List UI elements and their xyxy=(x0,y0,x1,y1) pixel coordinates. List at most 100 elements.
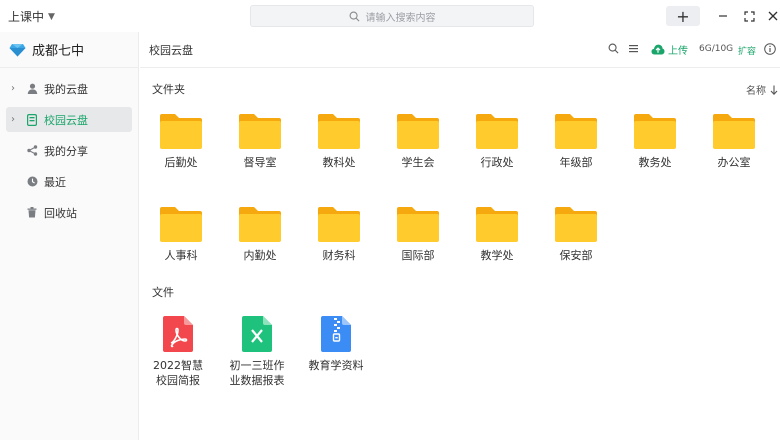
breadcrumb: 校园云盘 xyxy=(149,43,193,57)
sidebar-item-label: 我的云盘 xyxy=(44,82,88,96)
folder-icon xyxy=(476,207,518,242)
sidebar-item-label: 回收站 xyxy=(44,206,77,220)
clock-icon xyxy=(27,176,37,187)
sidebar-item-recent[interactable]: 最近 xyxy=(6,169,132,194)
add-button[interactable]: + xyxy=(666,6,700,26)
folder-item[interactable]: 教务处 xyxy=(623,113,687,170)
files-section-title: 文件 xyxy=(152,286,174,299)
sidebar: 成都七中 › 我的云盘 › 校园云盘 我的分享 最近 回收站 xyxy=(0,32,139,440)
excel-icon xyxy=(242,316,272,352)
folder-icon xyxy=(397,207,439,242)
folder-name: 人事科 xyxy=(164,249,198,262)
storage-quota: 6G/10G xyxy=(699,44,734,54)
chevron-down-icon: ▼ xyxy=(48,11,55,22)
school-drive-icon xyxy=(27,113,37,126)
cloud-upload-icon xyxy=(651,44,665,55)
file-item[interactable]: 初一三班作 业数据报表 xyxy=(225,316,289,388)
sort-by-name-button[interactable]: 名称 xyxy=(746,82,778,97)
sidebar-item-school-drive[interactable]: › 校园云盘 xyxy=(6,107,132,132)
user-icon xyxy=(27,83,37,94)
folder-item[interactable]: 保安部 xyxy=(544,206,608,263)
file-item[interactable]: 2022智慧 校园简报 xyxy=(146,316,210,388)
folder-name: 行政处 xyxy=(480,156,514,169)
sidebar-item-label: 我的分享 xyxy=(44,144,88,158)
folder-item[interactable]: 年级部 xyxy=(544,113,608,170)
sidebar-item-my-drive[interactable]: › 我的云盘 xyxy=(6,76,132,101)
folder-icon xyxy=(555,114,597,149)
folder-name: 年级部 xyxy=(559,156,593,169)
plus-icon: + xyxy=(676,6,690,26)
chevron-right-icon: › xyxy=(11,83,15,94)
class-status-label: 上课中 xyxy=(8,10,45,24)
arrow-down-icon xyxy=(770,85,778,95)
pdf-icon xyxy=(163,316,193,352)
diamond-logo-icon xyxy=(9,43,26,56)
file-item[interactable]: 教育学资料 xyxy=(304,316,368,373)
folder-icon xyxy=(239,207,281,242)
folder-name: 财务科 xyxy=(322,249,356,262)
fullscreen-icon xyxy=(743,10,755,22)
folder-name: 教科处 xyxy=(322,156,356,169)
content-header: 校园云盘 上传 6G/10G 扩容 xyxy=(140,32,780,68)
folder-name: 教学处 xyxy=(480,249,514,262)
folder-item[interactable]: 办公室 xyxy=(702,113,766,170)
class-status-dropdown[interactable]: 上课中 ▼ xyxy=(8,8,55,25)
org-header: 成都七中 xyxy=(0,32,138,68)
maximize-button[interactable] xyxy=(741,8,757,24)
folder-icon xyxy=(476,114,518,149)
upload-button[interactable]: 上传 xyxy=(651,42,688,57)
folder-item[interactable]: 学生会 xyxy=(386,113,450,170)
folder-name: 督导室 xyxy=(243,156,277,169)
file-name: 教育学资料 xyxy=(308,359,364,372)
file-name: 2022智慧 校园简报 xyxy=(153,359,203,387)
sidebar-item-recycle-bin[interactable]: 回收站 xyxy=(6,200,132,225)
folder-item[interactable]: 行政处 xyxy=(465,113,529,170)
search-placeholder: 请输入搜索内容 xyxy=(365,12,436,24)
folder-item[interactable]: 财务科 xyxy=(307,206,371,263)
share-icon xyxy=(26,145,37,156)
minimize-icon xyxy=(719,15,727,17)
search-input[interactable]: 请输入搜索内容 xyxy=(250,5,534,27)
folder-item[interactable]: 国际部 xyxy=(386,206,450,263)
folder-icon xyxy=(160,114,202,149)
folders-section-title: 文件夹 xyxy=(152,83,185,96)
chevron-right-icon: › xyxy=(11,114,15,125)
close-button[interactable] xyxy=(765,8,780,24)
sidebar-item-label: 最近 xyxy=(44,175,66,189)
upload-label: 上传 xyxy=(668,46,688,57)
info-icon[interactable] xyxy=(764,43,776,55)
folder-name: 教务处 xyxy=(638,156,672,169)
list-view-icon[interactable] xyxy=(628,43,639,54)
folder-icon xyxy=(160,207,202,242)
file-name: 初一三班作 业数据报表 xyxy=(229,359,285,387)
sidebar-item-label: 校园云盘 xyxy=(44,113,88,127)
title-bar: 上课中 ▼ 请输入搜索内容 + xyxy=(0,0,780,32)
folder-item[interactable]: 内勤处 xyxy=(228,206,292,263)
folder-item[interactable]: 人事科 xyxy=(149,206,213,263)
folder-icon xyxy=(318,207,360,242)
folder-icon xyxy=(397,114,439,149)
minimize-button[interactable] xyxy=(715,8,731,24)
trash-icon xyxy=(27,207,37,218)
folder-icon xyxy=(318,114,360,149)
folder-name: 学生会 xyxy=(401,156,435,169)
zip-icon xyxy=(321,316,351,352)
folder-item[interactable]: 教学处 xyxy=(465,206,529,263)
search-icon[interactable] xyxy=(608,43,619,54)
folder-icon xyxy=(713,114,755,149)
folder-name: 办公室 xyxy=(717,156,751,169)
sort-label: 名称 xyxy=(746,86,766,97)
folder-name: 保安部 xyxy=(559,249,593,262)
folder-icon xyxy=(634,114,676,149)
folder-icon xyxy=(239,114,281,149)
folder-item[interactable]: 后勤处 xyxy=(149,113,213,170)
folder-item[interactable]: 教科处 xyxy=(307,113,371,170)
folder-name: 内勤处 xyxy=(243,249,277,262)
folder-name: 后勤处 xyxy=(164,156,198,169)
search-icon xyxy=(349,11,359,21)
folder-item[interactable]: 督导室 xyxy=(228,113,292,170)
org-name: 成都七中 xyxy=(32,44,85,59)
folder-name: 国际部 xyxy=(401,249,435,262)
sidebar-item-my-share[interactable]: 我的分享 xyxy=(6,138,132,163)
expand-storage-link[interactable]: 扩容 xyxy=(738,44,756,57)
